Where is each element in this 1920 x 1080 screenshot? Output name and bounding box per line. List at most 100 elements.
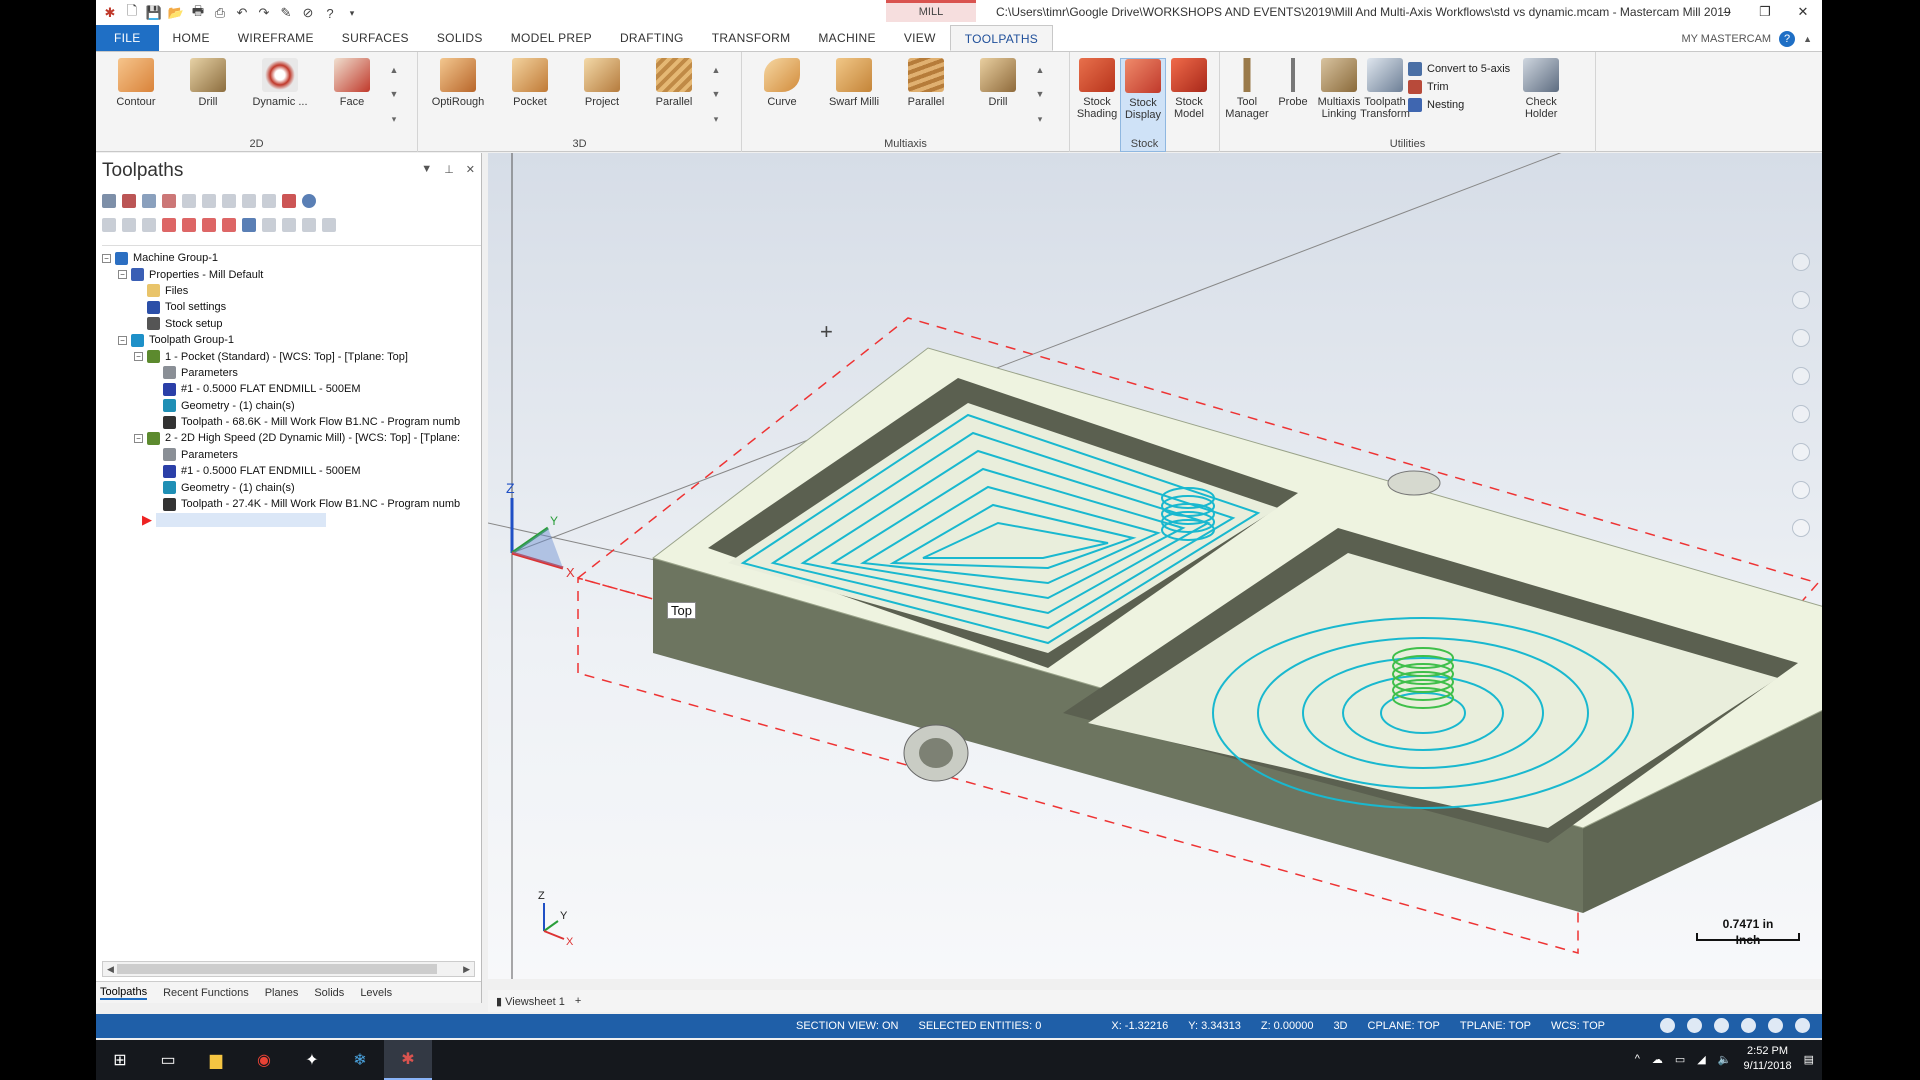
tab-view[interactable]: VIEW (890, 25, 950, 51)
tree-collapse-icon[interactable]: − (118, 335, 127, 345)
tab-toolpaths[interactable]: TOOLPATHS (949, 25, 1054, 51)
volume-icon[interactable]: 🔈 (1718, 1053, 1732, 1066)
tree-node[interactable]: Parameters (102, 365, 481, 381)
tree-node[interactable]: #1 - 0.5000 FLAT ENDMILL - 500EM (102, 381, 481, 397)
tab-transform[interactable]: TRANSFORM (698, 25, 805, 51)
wcs-status[interactable]: WCS: TOP (1551, 1020, 1605, 1032)
scroll-right-icon[interactable]: ▶ (463, 964, 470, 975)
analyze-icon[interactable]: ⊘ (300, 5, 316, 21)
settings-app-icon[interactable]: ❄ (336, 1040, 384, 1080)
move-down-icon[interactable] (162, 218, 176, 232)
tree-node[interactable]: Tool settings (102, 299, 481, 315)
toggle-display-icon[interactable] (122, 218, 136, 232)
customize-qat-icon[interactable]: ▾ (344, 5, 360, 21)
tree-collapse-icon[interactable]: − (102, 253, 111, 263)
tree-node[interactable]: − Toolpath Group-1 (102, 332, 481, 348)
single-display-icon[interactable] (282, 218, 296, 232)
transparency-icon[interactable] (1795, 1018, 1810, 1033)
tree-node[interactable]: Geometry - (1) chain(s) (102, 398, 481, 414)
section-view-status[interactable]: SECTION VIEW: ON (796, 1020, 898, 1032)
undo-icon[interactable]: ↶ (234, 5, 250, 21)
tree-node[interactable]: Geometry - (1) chain(s) (102, 479, 481, 495)
measure-icon[interactable] (1792, 443, 1810, 461)
battery-icon[interactable]: ▭ (1675, 1053, 1685, 1066)
move-up-icon[interactable] (182, 218, 196, 232)
pan-icon[interactable] (1792, 291, 1810, 309)
close-button[interactable]: ✕ (1784, 0, 1822, 24)
wireframe-icon[interactable] (1792, 519, 1810, 537)
tab-machine[interactable]: MACHINE (804, 25, 889, 51)
tree-collapse-icon[interactable]: − (134, 433, 143, 443)
tree-node[interactable]: − 1 - Pocket (Standard) - [WCS: Top] - [T… (102, 348, 481, 364)
my-mastercam-link[interactable]: MY MASTERCAM (1681, 33, 1771, 45)
view-globe-icon[interactable] (1687, 1018, 1702, 1033)
help-query-icon[interactable]: ? (322, 5, 338, 21)
rotate-icon[interactable] (1792, 329, 1810, 347)
print-icon[interactable]: 🖶 (190, 3, 206, 21)
tplane-status[interactable]: TPLANE: TOP (1460, 1020, 1531, 1032)
tab-solids[interactable]: SOLIDS (423, 25, 497, 51)
panel-tab-planes[interactable]: Planes (265, 987, 299, 999)
minimize-button[interactable]: – (1708, 0, 1746, 24)
tree-node[interactable]: − Properties - Mill Default (102, 266, 481, 282)
save-as-icon[interactable]: ⎙ (212, 5, 228, 21)
convert-to-5-axis-button[interactable]: Convert to 5-axis (1408, 62, 1510, 76)
panel-tab-toolpaths[interactable]: Toolpaths (100, 986, 148, 1000)
restore-button[interactable]: ❐ (1746, 0, 1784, 24)
gallery-scroll-2d[interactable]: ▲ ▼ ▾ (388, 58, 400, 132)
tray-chevron-icon[interactable]: ^ (1635, 1053, 1640, 1065)
trim-button[interactable]: Trim (1408, 80, 1510, 94)
mode-status[interactable]: 3D (1333, 1020, 1347, 1032)
backplot-icon[interactable] (182, 194, 196, 208)
display-mode-icon[interactable] (1768, 1018, 1783, 1033)
task-view-icon[interactable]: ▭ (144, 1040, 192, 1080)
lock-icon[interactable] (102, 218, 116, 232)
open-folder-icon[interactable]: 📂 (168, 5, 184, 21)
verify-icon[interactable] (202, 194, 216, 208)
gallery-scroll-3d[interactable]: ▲ ▼ ▾ (710, 58, 722, 132)
gallery-scroll-multiaxis[interactable]: ▲ ▼ ▾ (1034, 58, 1046, 132)
tab-surfaces[interactable]: SURFACES (328, 25, 423, 51)
help-icon[interactable]: ? (1779, 31, 1796, 47)
simulate-icon[interactable] (222, 194, 236, 208)
tab-drafting[interactable]: DRAFTING (606, 25, 698, 51)
insert-arrow-icon[interactable] (202, 218, 216, 232)
collapse-ribbon-icon[interactable]: ▲ (1803, 34, 1812, 44)
tree-node[interactable]: − 2 - 2D High Speed (2D Dynamic Mill) - [… (102, 430, 481, 446)
tab-wireframe[interactable]: WIREFRAME (224, 25, 328, 51)
display-all-icon[interactable] (262, 218, 276, 232)
tree-node[interactable]: − Machine Group-1 (102, 250, 481, 266)
save-icon[interactable]: 💾 (146, 5, 162, 21)
notifications-icon[interactable]: ▤ (1804, 1053, 1814, 1066)
deselect-icon[interactable] (122, 194, 136, 208)
edit-icon[interactable]: ✎ (278, 5, 294, 21)
network-icon[interactable]: ◢ (1697, 1053, 1705, 1066)
panel-tab-levels[interactable]: Levels (360, 987, 392, 999)
scroll-thumb[interactable] (117, 964, 437, 974)
select-all-icon[interactable] (102, 194, 116, 208)
scroll-insert-icon[interactable] (222, 218, 236, 232)
insert-arrow-row[interactable]: ▶ (102, 512, 481, 528)
graphics-viewport[interactable]: Z Y X Z Y X Top + 0.7471 in Inch (488, 153, 1822, 979)
tree-node[interactable]: #1 - 0.5000 FLAT ENDMILL - 500EM (102, 463, 481, 479)
tree-node[interactable]: Stock setup (102, 316, 481, 332)
add-viewsheet-button[interactable]: + (575, 995, 581, 1007)
tab-home[interactable]: HOME (159, 25, 224, 51)
onedrive-icon[interactable]: ☁ (1652, 1053, 1663, 1066)
delete-icon[interactable] (282, 194, 296, 208)
panel-pin-icon[interactable]: ⊥ (444, 163, 454, 176)
nesting-button[interactable]: Nesting (1408, 98, 1510, 112)
tab-file[interactable]: FILE (96, 25, 159, 51)
highfeed-icon[interactable] (262, 194, 276, 208)
tree-node[interactable]: Parameters (102, 447, 481, 463)
refresh-icon[interactable] (322, 218, 336, 232)
globe-icon[interactable] (1660, 1018, 1675, 1033)
fit-icon[interactable] (1792, 367, 1810, 385)
tree-collapse-icon[interactable]: − (134, 352, 143, 362)
panel-close-icon[interactable]: ✕ (466, 163, 475, 176)
redo-icon[interactable]: ↷ (256, 5, 272, 21)
cplane-status[interactable]: CPLANE: TOP (1368, 1020, 1440, 1032)
tree-node[interactable]: Toolpath - 68.6K - Mill Work Flow B1.NC … (102, 414, 481, 430)
tree-node[interactable]: Toolpath - 27.4K - Mill Work Flow B1.NC … (102, 496, 481, 512)
viewsheet-tab[interactable]: ▮ Viewsheet 1 (496, 995, 565, 1008)
